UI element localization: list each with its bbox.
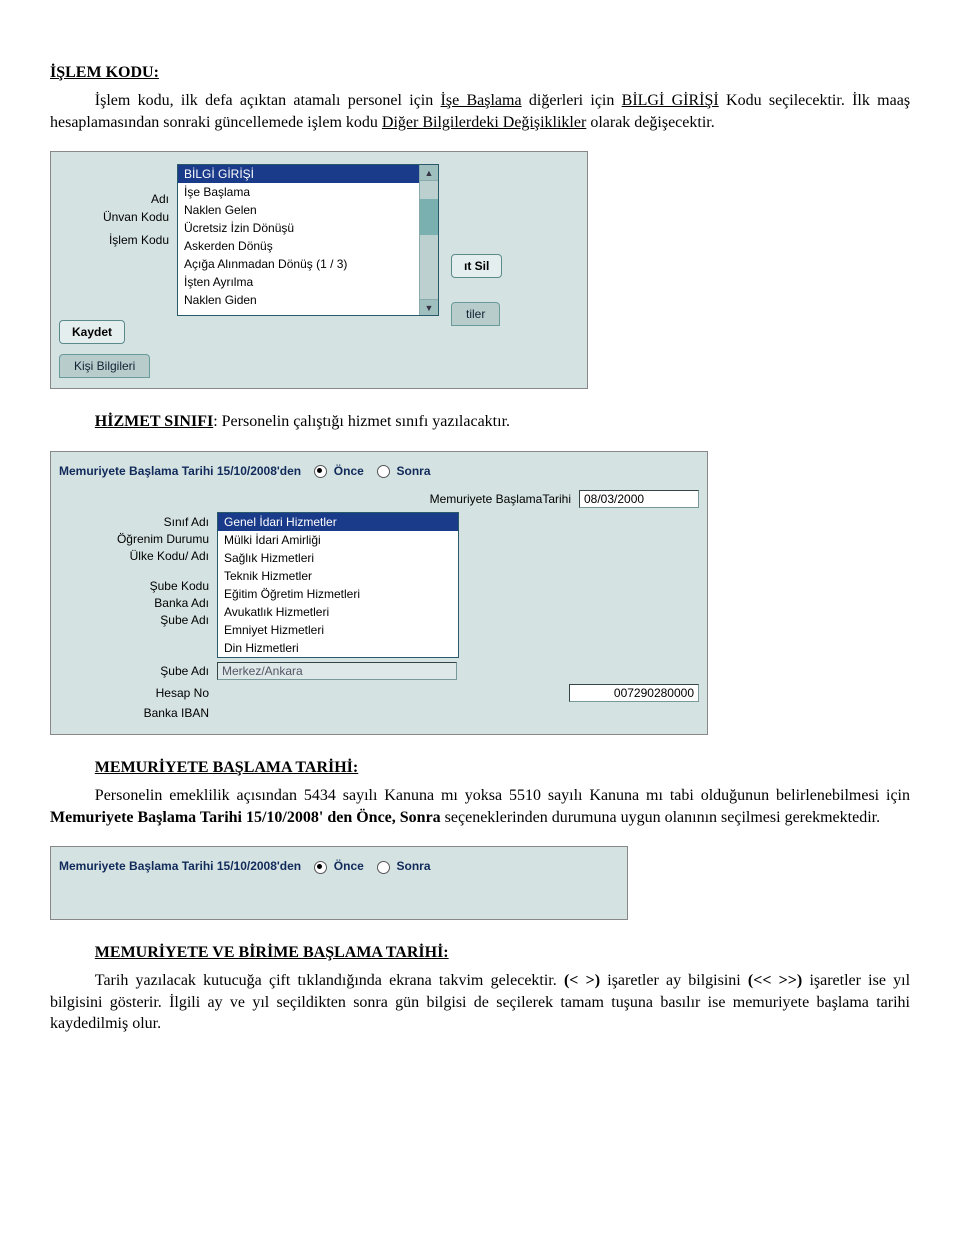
paragraph-birime-baslama: Tarih yazılacak kutucuğa çift tıklandığı… xyxy=(50,970,910,1035)
paragraph-islem-kodu: İşlem kodu, ilk defa açıktan atamalı per… xyxy=(50,90,910,133)
paragraph-hizmet-sinifi: HİZMET SINIFI: Personelin çalıştığı hizm… xyxy=(50,411,910,433)
text: diğerleri için xyxy=(529,92,622,109)
text: Tarih yazılacak kutucuğa çift tıklandığı… xyxy=(95,972,564,989)
heading-memuriyete-baslama: MEMURİYETE BAŞLAMA TARİHİ: xyxy=(95,759,910,777)
scrollbar[interactable]: ▲ ▼ xyxy=(419,165,438,315)
screenshot-tarih-secimi: Memuriyete Başlama Tarihi 15/10/2008'den… xyxy=(50,846,628,920)
field-hesap-no[interactable]: 007290280000 xyxy=(569,684,699,702)
label-adi: Adı xyxy=(59,192,177,206)
option-askerden-donus[interactable]: Askerden Dönüş xyxy=(178,237,438,255)
heading-hizmet-sinifi: HİZMET SINIFI xyxy=(95,413,213,430)
label-ulke-kodu: Ülke Kodu/ Adı xyxy=(59,549,209,563)
option-ise-baslama[interactable]: İşe Başlama xyxy=(178,183,438,201)
label-unvan-kodu: Ünvan Kodu xyxy=(59,210,177,224)
scroll-thumb[interactable] xyxy=(420,199,438,235)
option-bilgi-girisi[interactable]: BİLGİ GİRİŞİ xyxy=(178,165,438,183)
header-text-2: Memuriyete Başlama Tarihi 15/10/2008'den xyxy=(59,859,301,873)
text: olarak değişecektir. xyxy=(590,114,714,131)
field-memuriyete-baslama-tarihi[interactable]: 08/03/2000 xyxy=(579,490,699,508)
option-emniyet[interactable]: Emniyet Hizmetleri xyxy=(218,621,458,639)
text-bold-tarih: Memuriyete Başlama Tarihi 15/10/2008' de… xyxy=(50,809,441,826)
dropdown-islem-kodu[interactable]: BİLGİ GİRİŞİ İşe Başlama Naklen Gelen Üc… xyxy=(177,164,439,316)
label-ogrenim-durumu: Öğrenim Durumu xyxy=(59,532,209,546)
option-avukatlik[interactable]: Avukatlık Hizmetleri xyxy=(218,603,458,621)
radio-sonra-2[interactable] xyxy=(377,861,390,874)
option-teknik[interactable]: Teknik Hizmetler xyxy=(218,567,458,585)
text-bold-ise-baslama: İşe Başlama xyxy=(441,92,522,109)
label-islem-kodu: İşlem Kodu xyxy=(59,233,177,247)
text: : Personelin çalıştığı hizmet sınıfı yaz… xyxy=(213,413,510,430)
option-din[interactable]: Din Hizmetleri xyxy=(218,639,458,657)
radio-sonra[interactable] xyxy=(377,465,390,478)
text-bold-bilgi-girisi: BİLGİ GİRİŞİ xyxy=(622,92,719,109)
option-egitim[interactable]: Eğitim Öğretim Hizmetleri xyxy=(218,585,458,603)
option-aciga-alinmadan[interactable]: Açığa Alınmadan Dönüş (1 / 3) xyxy=(178,255,438,273)
label-once-2: Önce xyxy=(334,859,364,873)
screenshot-islem-kodu-dropdown: İşlem Kodu BİLGİ GİRİŞİ İşe Başlama Nakl… xyxy=(50,151,588,389)
screenshot-hizmet-sinifi: Memuriyete Başlama Tarihi 15/10/2008'den… xyxy=(50,451,708,735)
option-naklen-gelen[interactable]: Naklen Gelen xyxy=(178,201,438,219)
label-banka-adi: Banka Adı xyxy=(59,596,209,610)
text: işaretler ay bilgisini xyxy=(607,972,748,989)
label-sube-kodu: Şube Kodu xyxy=(59,579,209,593)
text: İşlem kodu, ilk defa açıktan atamalı per… xyxy=(95,92,441,109)
label-sube-adi-2: Şube Adı xyxy=(59,664,217,678)
label-banka-iban: Banka IBAN xyxy=(59,706,217,720)
tab-other[interactable]: tiler xyxy=(451,302,500,326)
radio-once[interactable] xyxy=(314,465,327,478)
label-sonra: Sonra xyxy=(396,464,430,478)
heading-birime-baslama: MEMURİYETE VE BİRİME BAŞLAMA TARİHİ: xyxy=(95,944,910,962)
panel-header-2: Memuriyete Başlama Tarihi 15/10/2008'den… xyxy=(59,855,619,881)
header-text: Memuriyete Başlama Tarihi 15/10/2008'den xyxy=(59,464,301,478)
option-mulki-idari[interactable]: Mülki İdari Amirliği xyxy=(218,531,458,549)
text-bold-yil-isaret: (<< >>) xyxy=(748,972,802,989)
panel-header: Memuriyete Başlama Tarihi 15/10/2008'den… xyxy=(59,460,699,486)
scroll-up-icon[interactable]: ▲ xyxy=(420,165,438,181)
label-sube-adi: Şube Adı xyxy=(59,613,209,627)
label-hesap-no: Hesap No xyxy=(59,686,217,700)
text-bold-diger-bilgiler: Diğer Bilgilerdeki Değişiklikler xyxy=(382,114,586,131)
text: Personelin emeklilik açısından 5434 sayı… xyxy=(95,787,910,804)
kaydet-button[interactable]: Kaydet xyxy=(59,320,125,344)
text-bold-ay-isaret: (< >) xyxy=(564,972,600,989)
dropdown-sinif-adi[interactable]: Genel İdari Hizmetler Mülki İdari Amirli… xyxy=(217,512,459,658)
paragraph-memuriyete-baslama: Personelin emeklilik açısından 5434 sayı… xyxy=(50,785,910,828)
option-ucretsiz-izin[interactable]: Ücretsiz İzin Dönüşü xyxy=(178,219,438,237)
label-memuriyete-baslama: Memuriyete BaşlamaTarihi xyxy=(421,492,579,506)
field-sube-adi: Merkez/Ankara xyxy=(217,662,457,680)
label-once: Önce xyxy=(334,464,364,478)
option-naklen-giden[interactable]: Naklen Giden xyxy=(178,291,438,309)
option-genel-idari[interactable]: Genel İdari Hizmetler xyxy=(218,513,458,531)
radio-once-2[interactable] xyxy=(314,861,327,874)
text: seçeneklerinden durumuna uygun olanının … xyxy=(445,809,880,826)
label-sonra-2: Sonra xyxy=(396,859,430,873)
heading-islem-kodu: İŞLEM KODU: xyxy=(50,64,910,82)
option-saglik[interactable]: Sağlık Hizmetleri xyxy=(218,549,458,567)
tab-kisi-bilgileri[interactable]: Kişi Bilgileri xyxy=(59,354,150,378)
option-isten-ayrilma[interactable]: İşten Ayrılma xyxy=(178,273,438,291)
label-sinif-adi: Sınıf Adı xyxy=(59,515,209,529)
scroll-down-icon[interactable]: ▼ xyxy=(420,299,438,315)
sil-button[interactable]: ıt Sil xyxy=(451,254,502,278)
